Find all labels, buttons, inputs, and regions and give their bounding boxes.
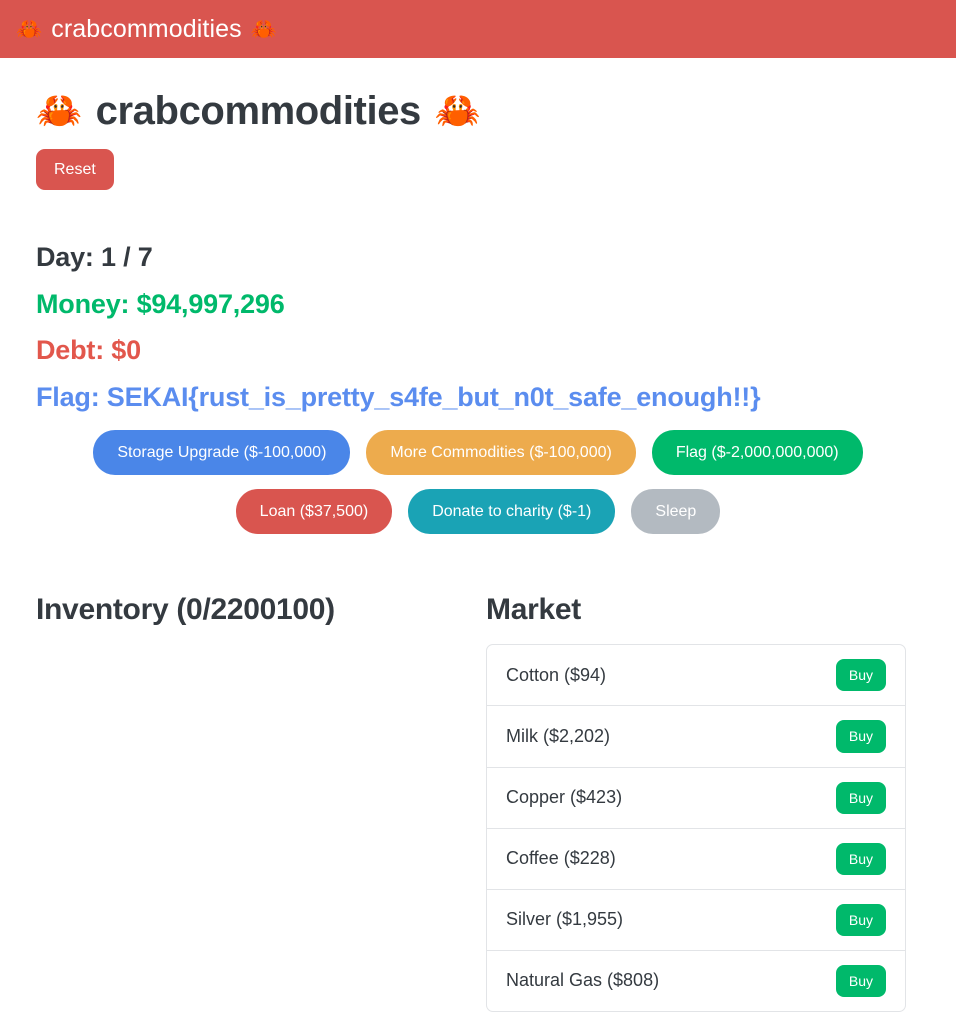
stat-flag: Flag: SEKAI{rust_is_pretty_s4fe_but_n0t_…: [36, 381, 761, 412]
buy-button[interactable]: Buy: [835, 659, 886, 692]
loan-button[interactable]: Loan ($37,500): [235, 489, 393, 535]
market-row: Copper ($423) Buy: [487, 768, 905, 829]
market-row: Natural Gas ($808) Buy: [487, 951, 905, 1011]
inventory-list: [36, 628, 486, 878]
market-item-label: Milk ($2,202): [506, 725, 611, 746]
stat-day: Day: 1 / 7: [36, 242, 153, 273]
buy-button[interactable]: Buy: [835, 964, 886, 997]
page-title: 🦀 crabcommodities 🦀: [36, 58, 920, 136]
buy-button[interactable]: Buy: [835, 903, 886, 936]
page-container: 🦀 crabcommodities 🦀 Reset Day: 1 / 7 Mon…: [0, 58, 956, 1012]
panels: Inventory (0/2200100) Market Cotton ($94…: [36, 592, 920, 1012]
crab-icon: 🦀: [434, 89, 481, 131]
navbar-brand-label: crabcommodities: [51, 14, 242, 43]
navbar: 🦀 crabcommodities 🦀: [0, 0, 956, 58]
crab-icon: 🦀: [36, 89, 82, 131]
storage-upgrade-button[interactable]: Storage Upgrade ($-100,000): [93, 429, 351, 476]
navbar-brand[interactable]: 🦀 crabcommodities 🦀: [16, 14, 277, 43]
more-commodities-button[interactable]: More Commodities ($-100,000): [366, 429, 636, 476]
market-row: Cotton ($94) Buy: [487, 645, 905, 707]
action-button-row: Storage Upgrade ($-100,000) More Commodit…: [36, 429, 920, 535]
market-title: Market: [486, 593, 581, 627]
page-title-label: crabcommodities: [95, 89, 422, 133]
inventory-title: Inventory (0/2200100): [36, 593, 335, 627]
reset-button[interactable]: Reset: [36, 149, 114, 191]
flag-button[interactable]: Flag ($-2,000,000,000): [651, 429, 863, 476]
market-item-label: Cotton ($94): [506, 664, 607, 685]
market-item-label: Natural Gas ($808): [506, 970, 660, 991]
market-row: Coffee ($228) Buy: [487, 829, 905, 890]
stat-debt: Debt: $0: [36, 335, 141, 366]
market-item-label: Coffee ($228): [506, 847, 616, 868]
crab-icon: 🦀: [250, 17, 277, 41]
donate-button[interactable]: Donate to charity ($-1): [408, 489, 616, 535]
stats-panel: Day: 1 / 7 Money: $94,997,296 Debt: $0 F…: [36, 234, 920, 420]
market-panel: Market Cotton ($94) Buy Milk ($2,202) Buy Co…: [486, 592, 906, 1012]
market-row: Silver ($1,955) Buy: [487, 890, 905, 951]
crab-icon: 🦀: [16, 17, 43, 41]
buy-button[interactable]: Buy: [835, 781, 886, 814]
sleep-button: Sleep: [631, 489, 721, 535]
buy-button[interactable]: Buy: [835, 842, 886, 875]
market-item-label: Copper ($423): [506, 786, 623, 807]
buy-button[interactable]: Buy: [835, 720, 886, 753]
market-item-label: Silver ($1,955): [506, 909, 624, 930]
stat-money: Money: $94,997,296: [36, 288, 285, 319]
market-list: Cotton ($94) Buy Milk ($2,202) Buy Copper ($…: [486, 644, 906, 1012]
inventory-panel: Inventory (0/2200100): [36, 592, 486, 1012]
market-row: Milk ($2,202) Buy: [487, 706, 905, 768]
